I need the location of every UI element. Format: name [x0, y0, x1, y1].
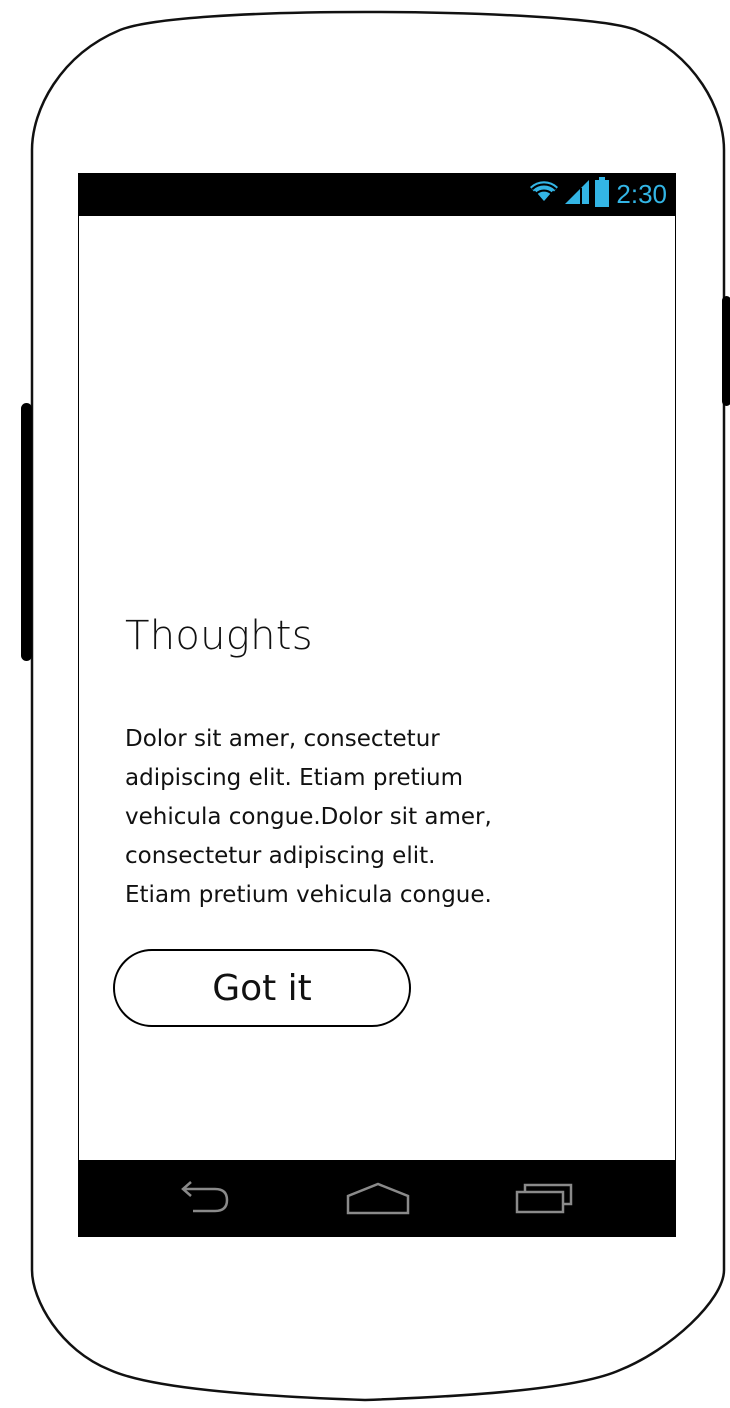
- battery-icon: [594, 176, 610, 212]
- body-line: Etiam pretium vehicula congue.: [125, 882, 492, 908]
- body-text: Dolor sit amer, consectetur adipiscing e…: [125, 720, 605, 915]
- navigation-bar: [79, 1160, 675, 1237]
- body-line: vehicula congue.Dolor sit amer,: [125, 804, 492, 830]
- device-screen: 2:30 Thoughts Dolor sit amer, consectetu…: [78, 173, 676, 1237]
- status-icons: 2:30: [528, 176, 667, 212]
- home-icon: [346, 1180, 410, 1221]
- got-it-button[interactable]: Got it: [113, 949, 411, 1027]
- status-time: 2:30: [616, 179, 667, 209]
- wifi-icon: [528, 179, 560, 210]
- recent-apps-button[interactable]: [509, 1178, 579, 1222]
- power-button: [722, 296, 730, 406]
- body-line: Dolor sit amer, consectetur: [125, 726, 440, 752]
- recent-apps-icon: [513, 1180, 575, 1221]
- body-line: consectetur adipiscing elit.: [125, 843, 436, 869]
- volume-button: [21, 403, 32, 661]
- status-bar: 2:30: [79, 173, 675, 216]
- page-title: Thoughts: [125, 613, 313, 659]
- back-button[interactable]: [169, 1178, 239, 1222]
- back-icon: [173, 1180, 235, 1221]
- signal-icon: [564, 179, 590, 210]
- home-button[interactable]: [343, 1178, 413, 1222]
- body-line: adipiscing elit. Etiam pretium: [125, 765, 463, 791]
